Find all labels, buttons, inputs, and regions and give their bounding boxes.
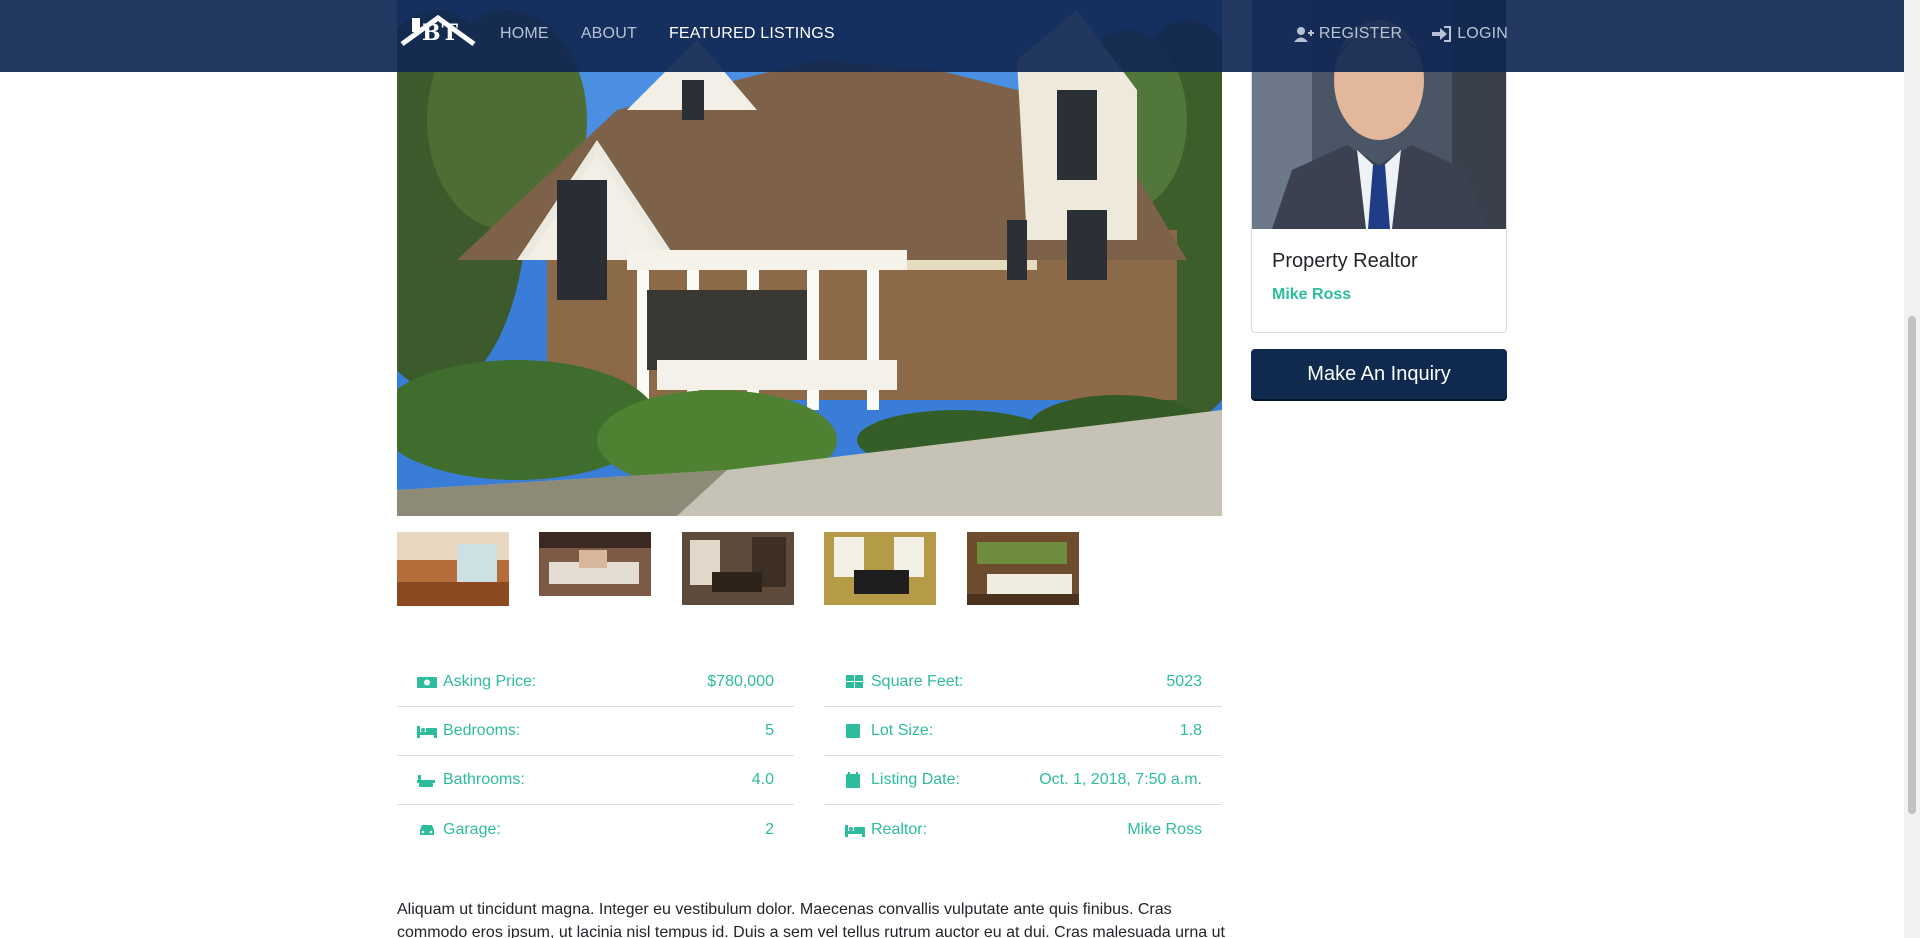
nav-link-about[interactable]: ABOUT (581, 25, 637, 43)
auth-nav: REGISTER LOGIN (1293, 25, 1508, 43)
user-plus-icon (1293, 27, 1314, 42)
register-link[interactable]: REGISTER (1293, 25, 1403, 43)
detail-row-listing-date: Listing Date: Oct. 1, 2018, 7:50 a.m. (825, 756, 1222, 805)
nav-link-featured-listings[interactable]: FEATURED LISTINGS (669, 25, 835, 43)
login-label: LOGIN (1457, 25, 1508, 42)
detail-row-garage: Garage: 2 (397, 805, 794, 854)
money-icon (417, 677, 437, 688)
listing-description: Aliquam ut tincidunt magna. Integer eu v… (397, 901, 1225, 938)
detail-row-lot-size: Lot Size: 1.8 (825, 707, 1222, 756)
detail-row-realtor: Realtor: Mike Ross (825, 805, 1222, 854)
thumbnail-lounge[interactable] (967, 532, 1079, 605)
bed-icon (417, 726, 437, 738)
detail-value: Mike Ross (1127, 820, 1202, 838)
thumbnail-game-room[interactable] (824, 532, 936, 605)
detail-label: Bedrooms: (443, 722, 521, 739)
thumbnail-living-room[interactable] (539, 532, 651, 596)
sign-in-icon (1432, 26, 1452, 42)
detail-row-bedrooms: Bedrooms: 5 (397, 707, 794, 756)
detail-value: $780,000 (707, 673, 774, 690)
detail-value: Oct. 1, 2018, 7:50 a.m. (1039, 771, 1202, 788)
detail-value: 5023 (1166, 673, 1202, 690)
page: Asking Price: $780,000 Bedrooms: 5 Bathr… (0, 0, 1920, 938)
details-left-column: Asking Price: $780,000 Bedrooms: 5 Bathr… (397, 658, 794, 854)
nav-link-home[interactable]: HOME (500, 25, 549, 43)
detail-row-asking-price: Asking Price: $780,000 (397, 658, 794, 707)
detail-value: 5 (765, 722, 774, 739)
details-right-column: Square Feet: 5023 Lot Size: 1.8 Listing … (825, 658, 1222, 854)
detail-value: 4.0 (751, 771, 774, 788)
scrollbar-thumb[interactable] (1908, 316, 1916, 814)
thumbnail-dining-room[interactable] (682, 532, 794, 605)
photo-thumbnails (397, 532, 1222, 608)
square-icon (846, 724, 860, 738)
detail-label: Garage: (443, 820, 501, 838)
bed-icon (845, 824, 865, 837)
navbar: BT HOME ABOUT FEATURED LISTINGS REGISTER… (0, 0, 1904, 72)
main-nav: HOME ABOUT FEATURED LISTINGS (500, 25, 835, 43)
realtor-name: Mike Ross (1272, 286, 1352, 303)
detail-label: Square Feet: (871, 673, 964, 690)
thumbnail-kitchen[interactable] (397, 532, 509, 606)
login-link[interactable]: LOGIN (1432, 25, 1508, 43)
realtor-card-title: Property Realtor (1272, 250, 1418, 272)
detail-value: 2 (765, 820, 774, 838)
register-label: REGISTER (1318, 25, 1403, 42)
detail-label: Listing Date: (871, 771, 960, 788)
bath-icon (417, 775, 435, 787)
calendar-icon (846, 772, 860, 788)
listing-main-photo[interactable] (397, 0, 1222, 516)
detail-label: Realtor: (871, 820, 928, 838)
detail-label: Bathrooms: (443, 771, 525, 788)
detail-label: Lot Size: (871, 722, 934, 739)
detail-label: Asking Price: (443, 673, 537, 690)
grid-icon (846, 675, 863, 688)
detail-value: 1.8 (1179, 722, 1202, 739)
make-inquiry-button[interactable]: Make An Inquiry (1251, 349, 1507, 399)
page-scrollbar[interactable] (1904, 0, 1920, 938)
car-icon (420, 824, 434, 835)
detail-row-square-feet: Square Feet: 5023 (825, 658, 1222, 707)
brand-text[interactable]: BT (422, 20, 459, 46)
detail-row-bathrooms: Bathrooms: 4.0 (397, 756, 794, 805)
